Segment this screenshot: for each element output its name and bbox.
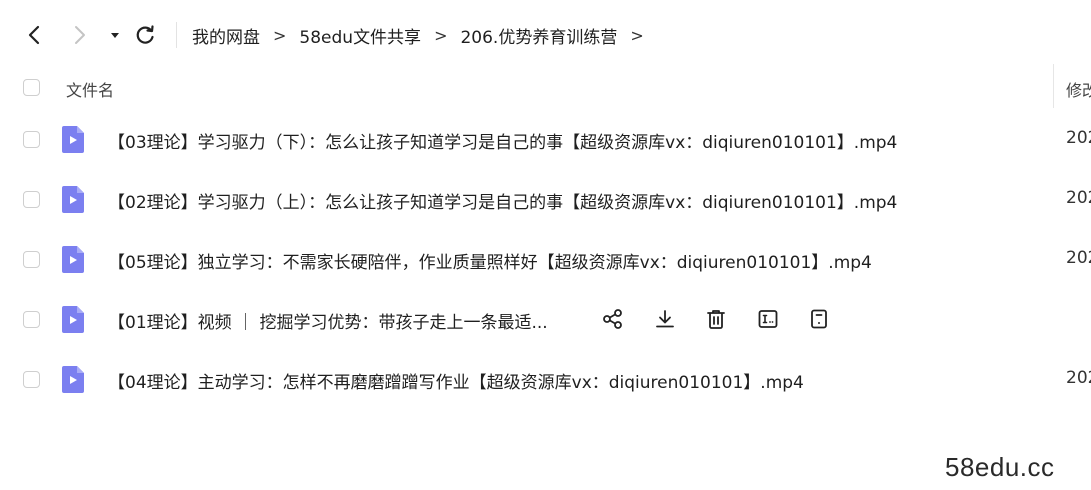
breadcrumb: 我的网盘 > 58edu文件共享 > 206.优势养育训练营 > [192,20,657,50]
details-icon [811,309,827,329]
file-name[interactable]: 【04理论】主动学习：怎样不再磨磨蹭蹭写作业【超级资源库vx：diqiuren0… [108,368,804,393]
video-file-icon [62,186,84,213]
select-all-checkbox[interactable] [23,79,40,96]
breadcrumb-item-root[interactable]: 我的网盘 [192,23,260,48]
file-row[interactable]: 【04理论】主动学习：怎样不再磨磨蹭蹭写作业【超级资源库vx：diqiuren0… [0,350,1091,410]
back-button[interactable] [19,20,49,50]
details-button[interactable] [806,306,832,332]
share-icon [603,309,622,329]
file-browser: 我的网盘 > 58edu文件共享 > 206.优势养育训练营 > 文件名 修改 … [0,0,1091,490]
rename-icon [758,310,777,328]
share-button[interactable] [600,306,626,332]
breadcrumb-item-shared[interactable]: 58edu文件共享 [299,23,421,48]
download-button[interactable] [652,306,678,332]
file-modified-date: 202 [1066,248,1091,268]
file-row[interactable]: 【05理论】独立学习：不需家长硬陪伴，作业质量照样好【超级资源库vx：diqiu… [0,230,1091,290]
rename-button[interactable] [755,306,781,332]
breadcrumb-separator: > [273,25,287,45]
video-file-icon [62,306,84,333]
video-file-icon [62,246,84,273]
column-header-name[interactable]: 文件名 [66,77,114,101]
video-file-icon [62,126,84,153]
file-name[interactable]: 【03理论】学习驱力（下）：怎么让孩子知道学习是自己的事【超级资源库vx：diq… [108,128,897,153]
file-modified-date: 202 [1066,128,1091,148]
file-modified-date: 202 [1066,368,1091,388]
file-row-hovered[interactable]: 【01理论】视频 ｜ 挖掘学习优势：带孩子走上一条最适... [0,290,1091,350]
chevron-right-icon [75,26,85,44]
caret-down-icon [111,33,119,38]
column-divider[interactable] [1053,64,1054,108]
row-checkbox[interactable] [23,191,40,208]
refresh-icon [136,25,154,44]
delete-icon [707,310,725,329]
video-file-icon [62,366,84,393]
file-modified-date: 202 [1066,188,1091,208]
navigation-bar: 我的网盘 > 58edu文件共享 > 206.优势养育训练营 > [0,0,1091,70]
column-header-modified[interactable]: 修改 [1066,77,1091,101]
row-checkbox[interactable] [23,131,40,148]
file-row[interactable]: 【03理论】学习驱力（下）：怎么让孩子知道学习是自己的事【超级资源库vx：diq… [0,110,1091,170]
breadcrumb-separator: > [434,25,448,45]
chevron-left-icon [28,25,40,45]
delete-button[interactable] [703,306,729,332]
refresh-button[interactable] [130,20,160,50]
row-checkbox[interactable] [23,311,40,328]
file-row[interactable]: 【02理论】学习驱力（上）：怎么让孩子知道学习是自己的事【超级资源库vx：diq… [0,170,1091,230]
file-name[interactable]: 【02理论】学习驱力（上）：怎么让孩子知道学习是自己的事【超级资源库vx：diq… [108,188,897,213]
breadcrumb-separator: > [630,25,644,45]
watermark: 58edu.cc [945,452,1055,482]
history-dropdown-button[interactable] [100,20,130,50]
file-list-header: 文件名 修改 [0,64,1091,108]
row-checkbox[interactable] [23,371,40,388]
download-icon [655,310,674,328]
row-checkbox[interactable] [23,251,40,268]
nav-divider [176,22,177,48]
file-name[interactable]: 【01理论】视频 ｜ 挖掘学习优势：带孩子走上一条最适... [108,308,548,333]
forward-button[interactable] [65,20,95,50]
file-name[interactable]: 【05理论】独立学习：不需家长硬陪伴，作业质量照样好【超级资源库vx：diqiu… [108,248,872,273]
row-hover-actions [600,306,858,334]
breadcrumb-item-current[interactable]: 206.优势养育训练营 [460,23,617,48]
